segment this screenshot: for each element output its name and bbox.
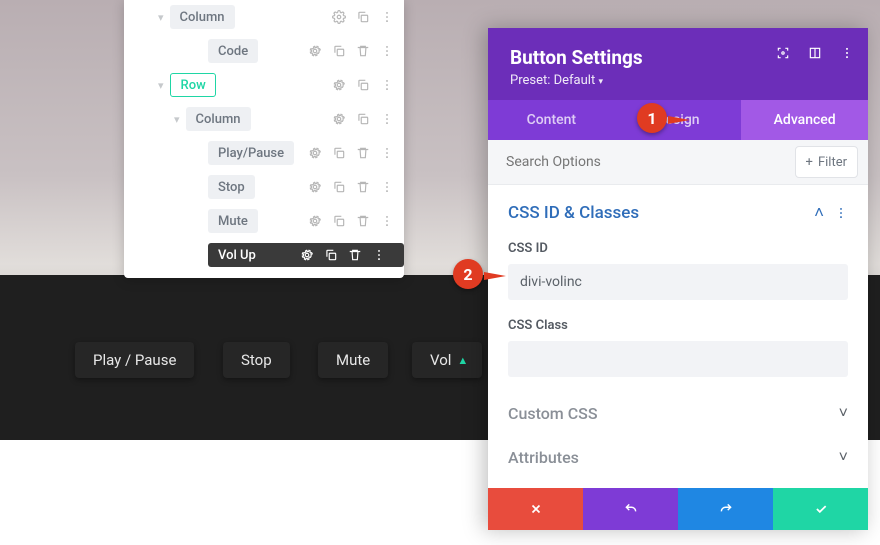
layer-item-column[interactable]: ▾ Column	[124, 102, 404, 136]
more-icon[interactable]	[380, 146, 394, 160]
chevron-down-icon: ˅	[839, 447, 848, 467]
layer-item-vol-up-selected[interactable]: Vol Up	[124, 238, 404, 272]
gear-icon[interactable]	[332, 112, 346, 126]
filter-button[interactable]: +Filter	[795, 146, 858, 178]
css-id-input[interactable]	[508, 264, 848, 300]
gear-icon[interactable]	[300, 248, 314, 262]
more-icon[interactable]	[380, 44, 394, 58]
layer-item-mute[interactable]: Mute	[124, 204, 404, 238]
more-icon[interactable]	[834, 206, 848, 220]
duplicate-icon[interactable]	[332, 44, 346, 58]
undo-button[interactable]	[583, 488, 678, 530]
duplicate-icon[interactable]	[332, 146, 346, 160]
confirm-button[interactable]	[773, 488, 868, 530]
check-icon	[814, 502, 828, 516]
section-attributes[interactable]: Attributes ˅	[488, 439, 868, 483]
caret-down-icon: ▾	[598, 77, 603, 87]
section-header[interactable]: CSS ID & Classes ˄	[508, 203, 848, 223]
chevron-down-icon: ▾	[124, 11, 170, 24]
trash-icon[interactable]	[356, 180, 370, 194]
gear-icon[interactable]	[332, 10, 346, 24]
duplicate-icon[interactable]	[356, 78, 370, 92]
stop-button[interactable]: Stop	[223, 342, 290, 378]
more-icon[interactable]	[372, 248, 386, 262]
trash-icon[interactable]	[348, 248, 362, 262]
undo-icon	[624, 502, 638, 516]
layer-item-play-pause[interactable]: Play/Pause	[124, 136, 404, 170]
chevron-up-icon: ˄	[814, 203, 824, 223]
section-css-id-classes: CSS ID & Classes ˄ CSS ID CSS Class	[488, 185, 868, 387]
duplicate-icon[interactable]	[332, 214, 346, 228]
duplicate-icon[interactable]	[356, 10, 370, 24]
mute-button[interactable]: Mute	[318, 342, 388, 378]
gear-icon[interactable]	[308, 146, 322, 160]
duplicate-icon[interactable]	[356, 112, 370, 126]
trash-icon[interactable]	[356, 214, 370, 228]
more-icon[interactable]	[380, 180, 394, 194]
gear-icon[interactable]	[308, 44, 322, 58]
more-icon[interactable]	[380, 214, 394, 228]
redo-button[interactable]	[678, 488, 773, 530]
tab-advanced[interactable]: Advanced	[741, 100, 868, 140]
css-id-label: CSS ID	[508, 241, 848, 256]
trash-icon[interactable]	[356, 146, 370, 160]
chevron-down-icon: ˅	[839, 403, 848, 423]
close-icon	[529, 502, 543, 516]
search-row: +Filter	[488, 140, 868, 185]
gear-icon[interactable]	[308, 180, 322, 194]
layer-item-stop[interactable]: Stop	[124, 170, 404, 204]
gear-icon[interactable]	[332, 78, 346, 92]
play-pause-button[interactable]: Play / Pause	[75, 342, 194, 378]
panel-header: Button Settings Preset: Default ▾	[488, 28, 868, 100]
redo-icon	[719, 502, 733, 516]
settings-panel: Button Settings Preset: Default ▾ Conten…	[488, 28, 868, 530]
vol-button[interactable]: Vol ▲	[412, 342, 482, 378]
more-icon[interactable]	[840, 46, 854, 60]
cancel-button[interactable]	[488, 488, 583, 530]
css-class-label: CSS Class	[508, 318, 848, 333]
columns-icon[interactable]	[808, 46, 822, 60]
gear-icon[interactable]	[308, 214, 322, 228]
search-input[interactable]	[488, 140, 795, 184]
duplicate-icon[interactable]	[332, 180, 346, 194]
css-class-input[interactable]	[508, 341, 848, 377]
more-icon[interactable]	[380, 112, 394, 126]
more-icon[interactable]	[380, 10, 394, 24]
more-icon[interactable]	[380, 78, 394, 92]
section-custom-css[interactable]: Custom CSS ˅	[488, 387, 868, 439]
tab-content[interactable]: Content	[488, 100, 615, 140]
trash-icon[interactable]	[356, 44, 370, 58]
focus-icon[interactable]	[776, 46, 790, 60]
plus-icon: +	[806, 155, 813, 170]
layer-item-column[interactable]: ▾ Column	[124, 0, 404, 34]
callout-1: 1	[632, 100, 676, 136]
layer-item-label: Vol Up	[218, 248, 256, 263]
preset-selector[interactable]: Preset: Default ▾	[510, 73, 846, 88]
duplicate-icon[interactable]	[324, 248, 338, 262]
chevron-down-icon: ▾	[124, 79, 170, 92]
layers-panel: ▾ Column Code ▾ Row ▾ Column	[124, 0, 404, 278]
callout-2: 2	[448, 256, 492, 292]
panel-footer	[488, 488, 868, 530]
layer-item-code[interactable]: Code	[124, 34, 404, 68]
chevron-down-icon: ▾	[124, 113, 186, 126]
caret-up-icon: ▲	[457, 354, 468, 367]
layer-item-row[interactable]: ▾ Row	[124, 68, 404, 102]
